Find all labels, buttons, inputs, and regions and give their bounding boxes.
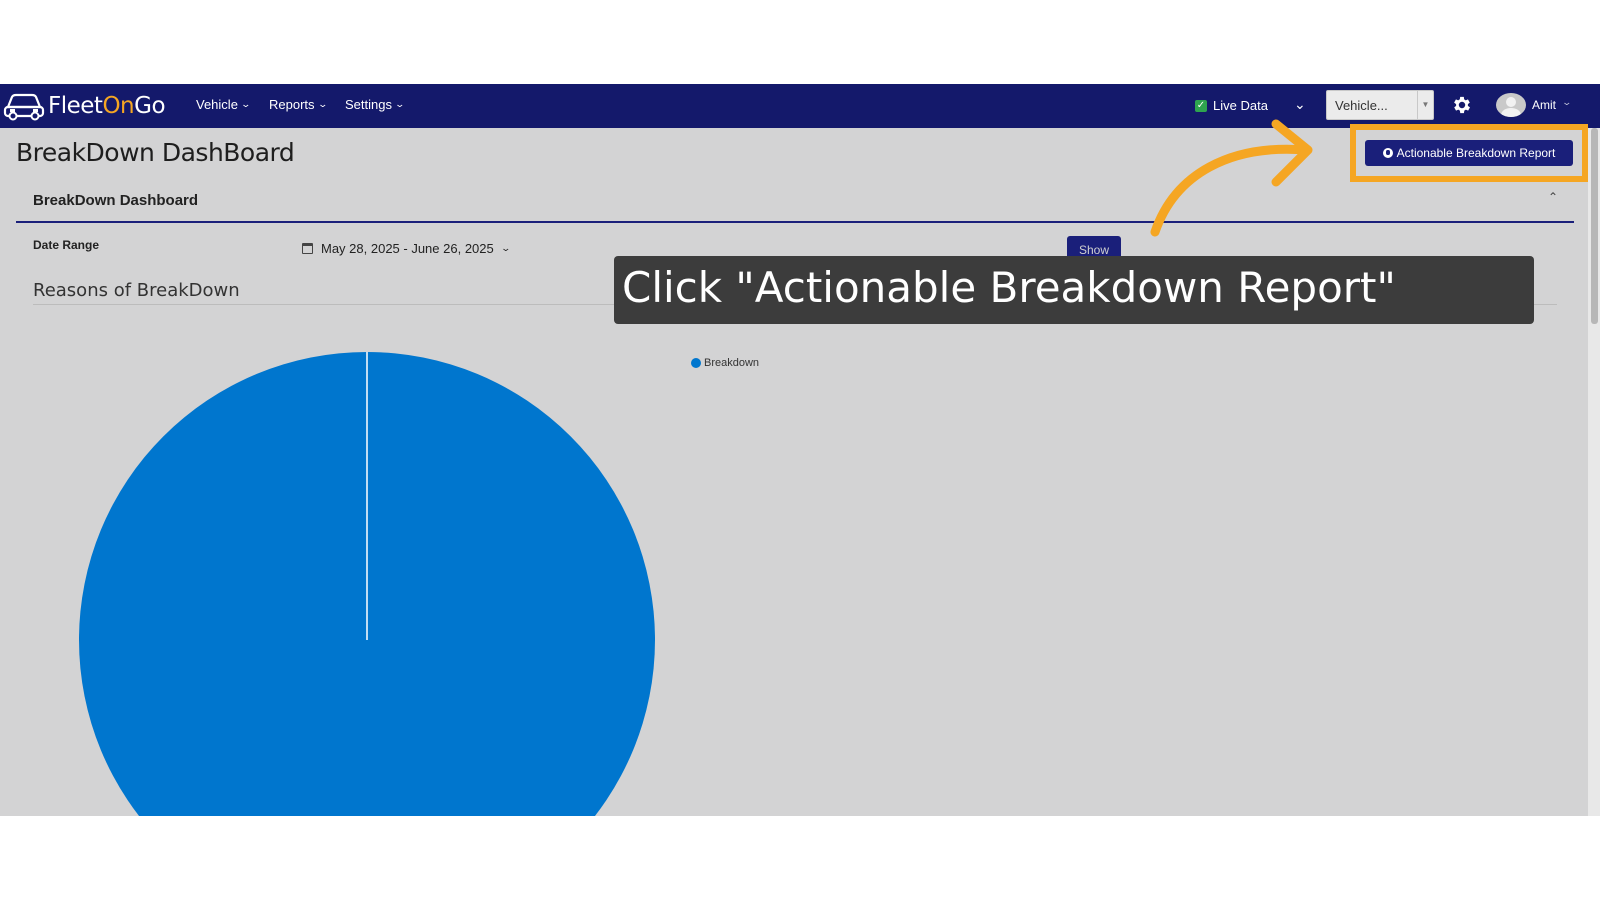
pointer-arrow-icon: [1150, 119, 1313, 237]
app-frame: FleetOnGo Vehicle ⌄ Reports ⌄ Settings ⌄…: [0, 84, 1600, 816]
